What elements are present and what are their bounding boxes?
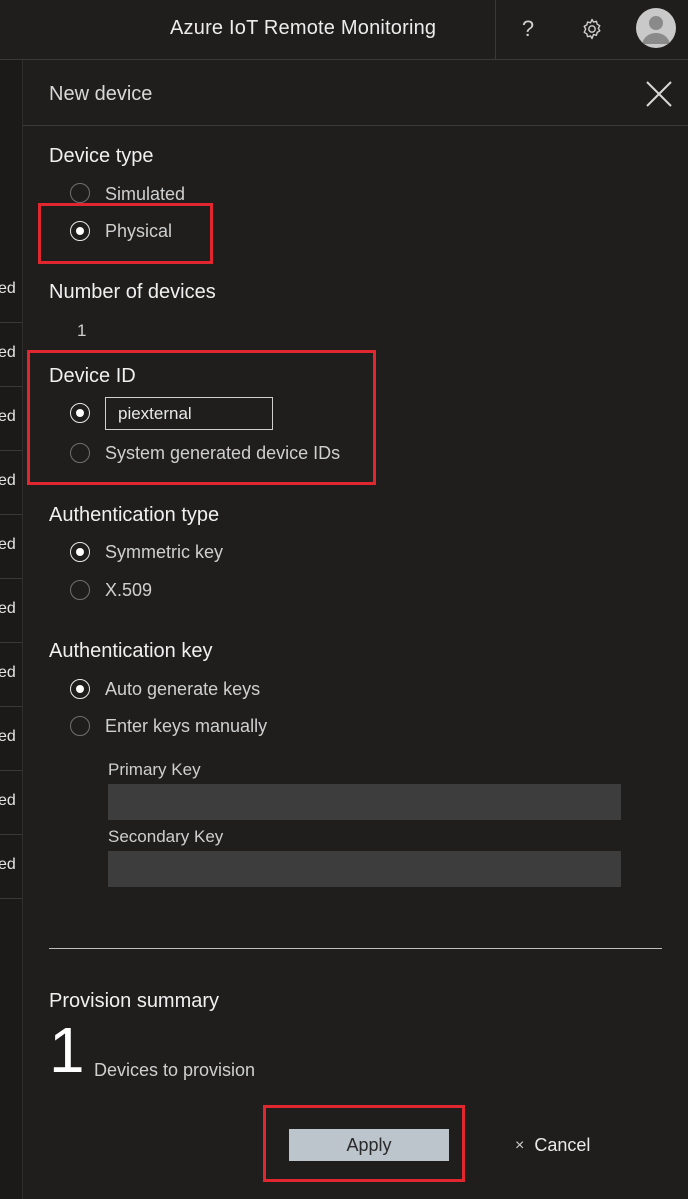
gear-icon [583,18,601,40]
list-item[interactable]: ed [0,834,22,899]
provision-caption: Devices to provision [94,1060,256,1080]
list-item[interactable]: ed [0,578,22,643]
top-header: Azure IoT Remote Monitoring ? [0,0,688,60]
radio-simulated[interactable] [70,183,90,203]
list-item[interactable]: ed [0,706,22,771]
cancel-label: Cancel [534,1135,591,1155]
radio-auto-generate-keys[interactable] [70,679,90,699]
option-enter-keys-label[interactable]: Enter keys manually [105,716,267,737]
radio-x509[interactable] [70,580,90,600]
question-icon: ? [521,16,535,41]
close-button[interactable] [641,76,677,112]
option-symmetric-key-label[interactable]: Symmetric key [105,542,223,563]
provision-summary-label: Provision summary [49,990,220,1012]
list-item[interactable]: ed [0,450,22,515]
option-x509-label[interactable]: X.509 [105,580,152,601]
user-avatar-button[interactable] [636,8,676,48]
option-auto-generate-label[interactable]: Auto generate keys [105,679,260,700]
list-item[interactable]: ed [0,322,22,387]
secondary-key-label: Secondary Key [108,827,224,846]
section-divider [49,948,662,949]
cancel-button[interactable]: × Cancel [515,1135,590,1156]
radio-symmetric-key[interactable] [70,542,90,562]
primary-key-label: Primary Key [108,760,201,779]
number-of-devices-value: 1 [77,321,87,340]
list-item[interactable]: ed [0,770,22,835]
auth-key-label: Authentication key [49,640,213,662]
option-simulated-label[interactable]: Simulated [105,184,185,205]
radio-enter-keys-manually[interactable] [70,716,90,736]
number-of-devices-label: Number of devices [49,281,216,303]
list-item[interactable]: ed [0,386,22,451]
highlight-box-apply [263,1105,465,1182]
app-title: Azure IoT Remote Monitoring [170,17,437,39]
user-avatar-icon [642,16,670,44]
secondary-key-field[interactable] [108,851,621,887]
header-divider [495,0,496,59]
auth-type-label: Authentication type [49,504,220,526]
list-item[interactable]: ed [0,642,22,707]
list-item[interactable]: ed [0,258,22,323]
flyout-title: New device [49,83,153,105]
help-button[interactable]: ? [506,8,550,50]
highlight-box-device-id [27,350,376,485]
header-divider [23,125,688,126]
device-type-label: Device type [49,145,154,167]
close-icon [646,81,672,107]
highlight-box-physical [38,203,213,264]
primary-key-field[interactable] [108,784,621,820]
list-item[interactable]: ed [0,514,22,579]
background-list: ed ed ed ed ed ed ed ed ed ed [0,60,22,1199]
provision-count: 1 [49,1014,85,1086]
settings-button[interactable] [570,8,614,50]
close-icon: × [515,1136,525,1154]
